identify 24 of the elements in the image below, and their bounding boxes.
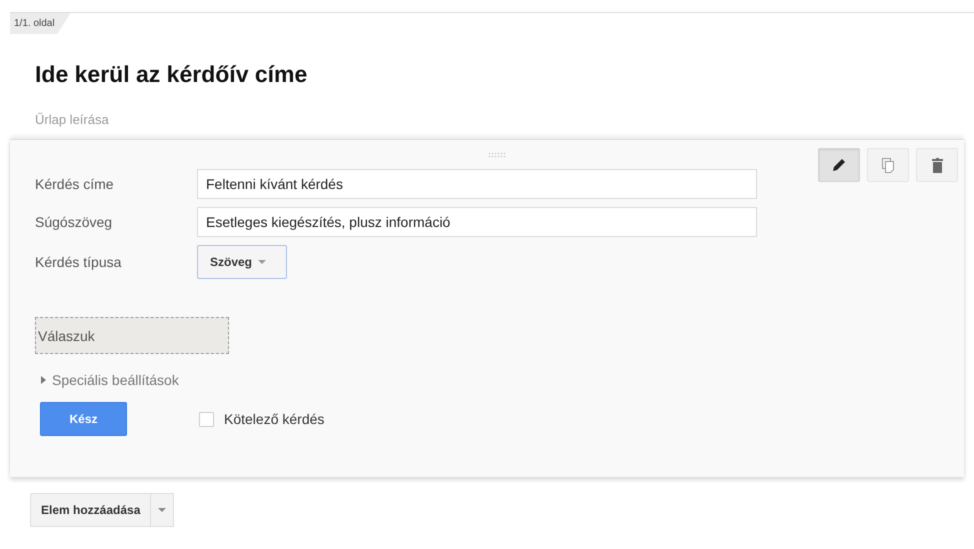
field-label: Kérdés címe bbox=[35, 176, 115, 192]
checkbox-label: Kötelező kérdés bbox=[224, 411, 324, 427]
caret-icon bbox=[258, 260, 266, 264]
form-title[interactable]: Ide kerül az kérdőív címe bbox=[35, 61, 974, 88]
text-field[interactable]: Esetleges kiegészítés, plusz információ bbox=[197, 207, 757, 237]
required-checkbox[interactable] bbox=[199, 412, 214, 426]
add-item-menu-button[interactable] bbox=[151, 493, 174, 527]
answer-field[interactable]: Válaszuk bbox=[35, 317, 229, 354]
add-item-button[interactable]: Elem hozzáadása bbox=[30, 493, 152, 527]
delete-button[interactable] bbox=[916, 148, 958, 182]
description-field[interactable]: Űrlap leírása bbox=[33, 110, 337, 129]
type-dropdown[interactable]: Szöveg bbox=[197, 245, 287, 279]
field-label: Kérdés típusa bbox=[35, 254, 122, 270]
duplicate-button[interactable] bbox=[867, 148, 909, 182]
caret-icon bbox=[158, 508, 166, 512]
advanced-settings-toggle[interactable]: Speciális beállítások bbox=[41, 372, 179, 388]
edit-button[interactable] bbox=[818, 148, 860, 182]
expand-arrow-icon bbox=[41, 376, 46, 384]
text-field[interactable]: Feltenni kívánt kérdés bbox=[197, 169, 757, 199]
field-label: Súgószöveg bbox=[35, 214, 114, 230]
pencil-icon bbox=[832, 158, 846, 172]
drag-handle-icon[interactable] bbox=[488, 152, 506, 158]
copy-icon bbox=[882, 158, 894, 172]
trash-icon bbox=[932, 158, 942, 172]
